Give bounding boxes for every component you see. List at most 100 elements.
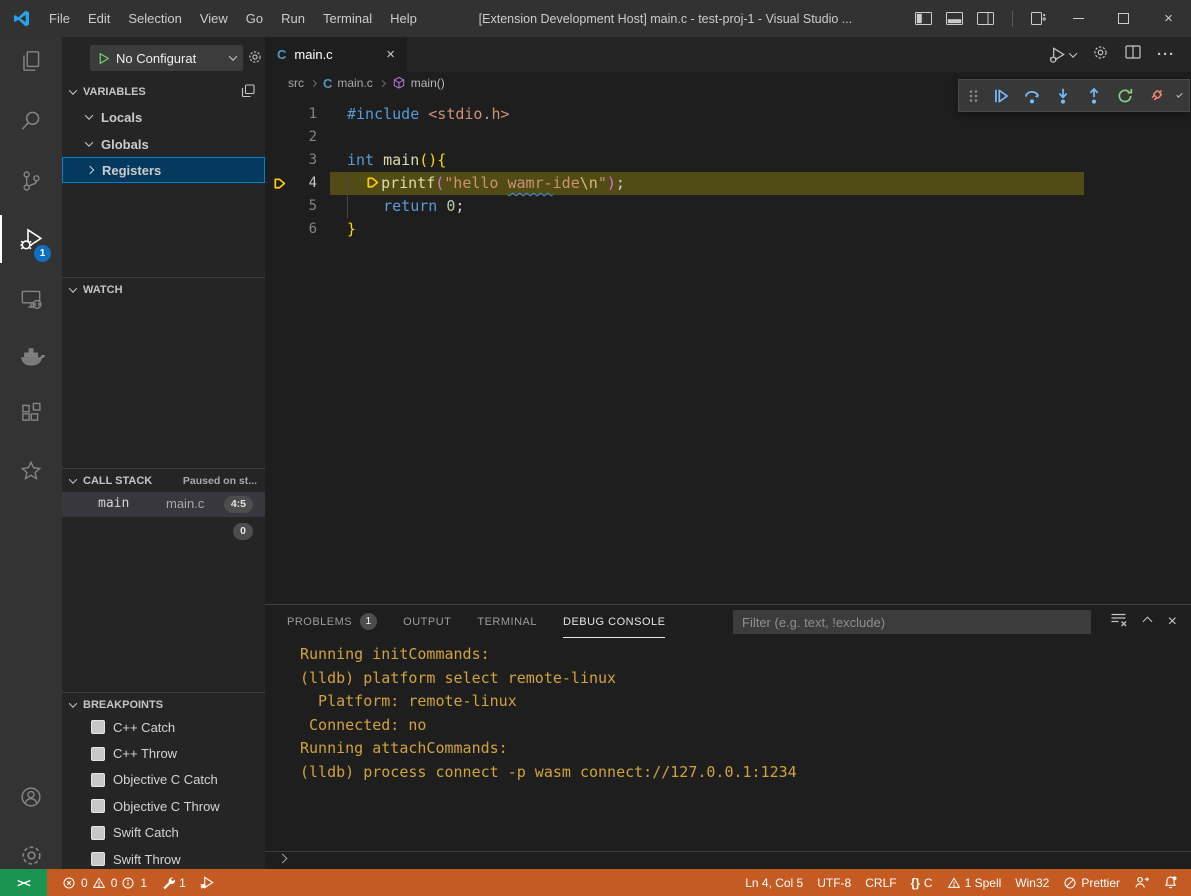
prompt-chevron-icon: [278, 854, 288, 864]
checkbox[interactable]: [91, 720, 105, 734]
continue-button[interactable]: [992, 87, 1010, 105]
close-window-button[interactable]: ×: [1146, 0, 1191, 37]
accounts-icon[interactable]: [0, 773, 62, 821]
panel-tab-debug-console[interactable]: DEBUG CONSOLE: [563, 605, 665, 638]
breakpoint-objective-c-throw[interactable]: Objective C Throw: [62, 793, 265, 819]
customize-layout-icon[interactable]: [1031, 12, 1046, 25]
language-mode[interactable]: {} C: [904, 869, 940, 896]
editor-settings-gear-icon[interactable]: [1092, 44, 1109, 66]
call-stack-section-header[interactable]: CALL STACK Paused on st...: [62, 468, 265, 492]
close-tab-icon[interactable]: ×: [386, 47, 395, 62]
close-panel-icon[interactable]: ×: [1168, 613, 1177, 631]
chevron-down-icon[interactable]: [1176, 91, 1182, 97]
menu-file[interactable]: File: [40, 0, 79, 37]
ports-status[interactable]: 1: [154, 869, 193, 896]
variables-section-header[interactable]: VARIABLES: [62, 80, 265, 104]
menu-view[interactable]: View: [191, 0, 237, 37]
watch-section-header[interactable]: WATCH: [62, 277, 265, 301]
breakpoint-label: C++ Catch: [113, 720, 175, 735]
toggle-panel-icon[interactable]: [946, 12, 963, 25]
stack-frame-row[interactable]: main main.c 4:5: [62, 492, 265, 517]
variables-scope-locals[interactable]: Locals: [62, 104, 265, 130]
debug-configuration-dropdown[interactable]: No Configurat: [90, 45, 243, 71]
breadcrumb-file[interactable]: main.c: [337, 76, 372, 90]
breakpoint-swift-catch[interactable]: Swift Catch: [62, 820, 265, 846]
panel-tab-terminal[interactable]: TERMINAL: [477, 605, 537, 638]
step-into-button[interactable]: [1054, 87, 1072, 105]
clear-console-icon[interactable]: [1110, 612, 1127, 632]
code-token: \n: [580, 174, 598, 192]
minimize-button[interactable]: [1056, 0, 1101, 37]
breakpoint-objective-c-catch[interactable]: Objective C Catch: [62, 767, 265, 793]
checkbox[interactable]: [91, 826, 105, 840]
code-line[interactable]: 4 printf("hello wamr-ide\n");: [265, 172, 1191, 195]
divider: [1012, 11, 1013, 27]
debug-console-filter-input[interactable]: [733, 610, 1091, 634]
breadcrumb-root[interactable]: src: [288, 76, 304, 90]
maximize-panel-icon[interactable]: [1142, 617, 1152, 627]
checkbox[interactable]: [91, 747, 105, 761]
run-or-debug-button[interactable]: [1048, 45, 1076, 64]
formatter-status[interactable]: Prettier: [1056, 869, 1127, 896]
breakpoint-c-throw[interactable]: C++ Throw: [62, 740, 265, 766]
debug-session-status[interactable]: [193, 869, 222, 896]
feedback-status[interactable]: [1127, 869, 1156, 896]
disconnect-button[interactable]: [1147, 87, 1165, 105]
sidebar-item-star[interactable]: [0, 447, 62, 495]
variables-scope-registers[interactable]: Registers: [62, 157, 265, 183]
panel-tab-output[interactable]: OUTPUT: [403, 605, 451, 638]
split-editor-icon[interactable]: [1125, 45, 1141, 64]
menu-go[interactable]: Go: [237, 0, 272, 37]
restart-button[interactable]: [1116, 87, 1134, 105]
code-line[interactable]: 3int main(){: [265, 149, 1191, 172]
sidebar-item-search[interactable]: [0, 97, 62, 145]
menu-selection[interactable]: Selection: [119, 0, 190, 37]
toolbar-drag-grip[interactable]: [967, 88, 979, 104]
breadcrumb-symbol[interactable]: main(): [411, 76, 445, 90]
menu-edit[interactable]: Edit: [79, 0, 119, 37]
code-line[interactable]: 5 return 0;: [265, 195, 1191, 218]
step-out-button[interactable]: [1085, 87, 1103, 105]
maximize-button[interactable]: [1101, 0, 1146, 37]
sidebar-item-docker[interactable]: [0, 332, 62, 380]
debug-console-input[interactable]: [265, 851, 1191, 870]
encoding-status[interactable]: UTF-8: [810, 869, 858, 896]
menu-help[interactable]: Help: [381, 0, 426, 37]
spell-checker-status[interactable]: 1 Spell: [940, 869, 1009, 896]
status-bar-right: Ln 4, Col 5 UTF-8 CRLF {} C 1 Spell Win3…: [738, 869, 1191, 896]
sidebar-item-extensions[interactable]: [0, 389, 62, 437]
sidebar-item-explorer[interactable]: [0, 37, 62, 85]
remote-indicator[interactable]: ><: [0, 869, 47, 896]
cursor-position[interactable]: Ln 4, Col 5: [738, 869, 810, 896]
notifications-status[interactable]: [1156, 869, 1185, 896]
toggle-primary-sidebar-icon[interactable]: [915, 12, 932, 25]
panel-tab-problems[interactable]: PROBLEMS1: [287, 605, 377, 638]
tab-main-c[interactable]: C main.c ×: [265, 37, 407, 72]
checkbox[interactable]: [91, 799, 105, 813]
menu-terminal[interactable]: Terminal: [314, 0, 381, 37]
code-line[interactable]: 6}: [265, 218, 1191, 241]
sidebar-item-run-and-debug[interactable]: 1: [0, 215, 62, 263]
checkbox[interactable]: [91, 773, 105, 787]
more-actions-icon[interactable]: ···: [1157, 46, 1175, 63]
copy-icon[interactable]: [241, 84, 255, 101]
variables-scope-globals[interactable]: Globals: [62, 131, 265, 157]
toggle-secondary-sidebar-icon[interactable]: [977, 12, 994, 25]
eol-status[interactable]: CRLF: [858, 869, 903, 896]
breakpoint-swift-throw[interactable]: Swift Throw: [62, 846, 265, 869]
platform-status[interactable]: Win32: [1008, 869, 1056, 896]
launch-settings-gear-icon[interactable]: [247, 49, 263, 70]
step-over-button[interactable]: [1023, 87, 1041, 105]
sidebar-item-remote-explorer[interactable]: [0, 275, 62, 323]
code-editor[interactable]: 1#include <stdio.h>23int main(){4 printf…: [265, 94, 1191, 604]
code-line[interactable]: 2: [265, 126, 1191, 149]
menu-run[interactable]: Run: [272, 0, 314, 37]
code-token: #include: [347, 105, 419, 123]
chevron-down-icon: [85, 111, 93, 119]
sidebar-item-source-control[interactable]: [0, 157, 62, 205]
breakpoint-c-catch[interactable]: C++ Catch: [62, 714, 265, 740]
problems-status[interactable]: 0 0 1: [55, 869, 154, 896]
breakpoints-section-header[interactable]: BREAKPOINTS: [62, 692, 265, 716]
checkbox[interactable]: [91, 852, 105, 866]
start-debug-icon[interactable]: [97, 52, 110, 65]
